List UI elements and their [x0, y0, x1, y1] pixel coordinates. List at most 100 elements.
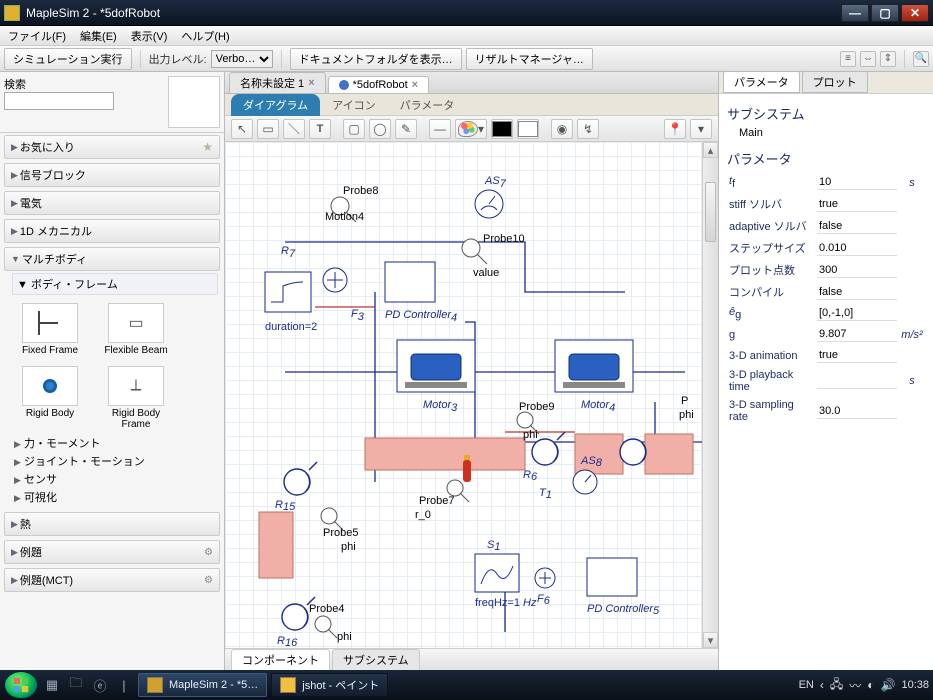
close-icon[interactable]: × — [308, 77, 314, 89]
draw-tool-icon[interactable]: ✎ — [395, 119, 417, 139]
palette-rigid-body-frame[interactable]: ⟂Rigid Body Frame — [98, 366, 174, 430]
acc-signal[interactable]: ▶信号ブロック — [4, 163, 220, 187]
tray-chevron-icon[interactable]: ‹ — [820, 678, 824, 692]
param-input[interactable] — [817, 263, 897, 278]
tray-volume-icon[interactable]: 🔊 — [881, 678, 896, 692]
acc-examples-mct[interactable]: ▶例題(MCT)⚙ — [4, 568, 220, 592]
fill-white-icon[interactable] — [517, 119, 539, 139]
param-input[interactable] — [817, 348, 897, 363]
search-input[interactable] — [4, 92, 114, 110]
scroll-up-icon[interactable]: ▴ — [703, 142, 718, 158]
menu-view[interactable]: 表示(V) — [127, 26, 172, 46]
param-input[interactable] — [817, 197, 897, 212]
acc-examples[interactable]: ▶例題⚙ — [4, 540, 220, 564]
line-tool-icon[interactable]: ＼ — [283, 119, 305, 139]
run-simulation-button[interactable]: シミュレーション実行 — [4, 48, 132, 70]
param-unit — [899, 237, 925, 259]
line-style-icon[interactable]: — — [429, 119, 451, 139]
zoom-icon[interactable]: 🔍 — [913, 51, 929, 67]
acc-heat[interactable]: ▶熱 — [4, 512, 220, 536]
acc-1d-mechanical[interactable]: ▶1D メカニカル — [4, 219, 220, 243]
param-label: プロット点数 — [727, 259, 815, 281]
start-button[interactable] — [4, 671, 38, 699]
menu-edit[interactable]: 編集(E) — [76, 26, 121, 46]
align-right-icon[interactable]: ⇕ — [880, 51, 896, 67]
minimize-button[interactable]: — — [841, 4, 869, 22]
param-input[interactable] — [817, 374, 897, 389]
param-unit: m/s² — [899, 324, 925, 345]
tray-update-icon[interactable]: ◐ — [867, 678, 874, 692]
sub-sensor[interactable]: ▶ センサ — [14, 470, 220, 488]
param-input[interactable] — [817, 175, 897, 190]
tab-icon[interactable]: アイコン — [320, 94, 387, 116]
scroll-thumb[interactable] — [705, 182, 716, 242]
probe-tool-icon[interactable]: ◉ — [551, 119, 573, 139]
document-tabs: 名称未設定 1 × *5dofRobot × — [225, 72, 718, 94]
sub-force[interactable]: ▶ 力・モーメント — [14, 434, 220, 452]
param-input[interactable] — [817, 285, 897, 300]
tab-subsystem[interactable]: サブシステム — [332, 649, 420, 670]
modified-dot-icon — [339, 80, 349, 90]
palette-flexible-beam[interactable]: ▭Flexible Beam — [98, 303, 174, 356]
palette-icon[interactable]: ▾ — [455, 119, 487, 139]
menu-help[interactable]: ヘルプ(H) — [177, 26, 233, 46]
tray-network-icon[interactable]: 🖧 — [830, 675, 843, 696]
tab-untitled[interactable]: 名称未設定 1 × — [229, 72, 326, 93]
param-input[interactable] — [817, 306, 897, 321]
fill-black-icon[interactable] — [491, 119, 513, 139]
palette-fixed-frame[interactable]: Fixed Frame — [12, 303, 88, 356]
param-input[interactable] — [817, 241, 897, 256]
palette-rigid-body[interactable]: Rigid Body — [12, 366, 88, 430]
quick-desktop-icon[interactable]: ▦ — [42, 675, 62, 695]
param-input[interactable] — [817, 219, 897, 234]
quick-explorer-icon[interactable]: 🗀 — [66, 675, 86, 695]
svg-text:phi: phi — [337, 631, 352, 643]
diagram-canvas[interactable]: duration=2 R7 F3 PD Controller4 Probe8 M… — [225, 142, 718, 648]
close-icon[interactable]: × — [412, 79, 418, 91]
close-button[interactable]: ✕ — [901, 4, 929, 22]
vertical-scrollbar[interactable]: ▴ ▾ — [702, 142, 718, 648]
sub-joint[interactable]: ▶ ジョイント・モーション — [14, 452, 220, 470]
ellipse-tool-icon[interactable]: ◯ — [369, 119, 391, 139]
result-manager-button[interactable]: リザルトマネージャ… — [466, 48, 593, 70]
pointer-tool-icon[interactable]: ↖ — [231, 119, 253, 139]
param-unit — [899, 303, 925, 324]
param-input[interactable] — [817, 327, 897, 342]
maximize-button[interactable]: ▢ — [871, 4, 899, 22]
tab-plot-right[interactable]: プロット — [802, 71, 868, 93]
task-jshot[interactable]: jshot - ペイント — [271, 673, 388, 697]
rect-tool-icon[interactable]: ▢ — [343, 119, 365, 139]
acc-electrical[interactable]: ▶電気 — [4, 191, 220, 215]
tab-5dofrobot[interactable]: *5dofRobot × — [328, 76, 429, 93]
menu-file[interactable]: ファイル(F) — [4, 26, 70, 46]
acc-multibody[interactable]: ▼マルチボディ — [4, 247, 220, 271]
sub-body-frame[interactable]: ▼ ボディ・フレーム — [12, 273, 218, 295]
sub-viz[interactable]: ▶ 可視化 — [14, 488, 220, 506]
param-input[interactable] — [817, 404, 897, 419]
tab-diagram[interactable]: ダイアグラム — [231, 94, 320, 116]
pin-tool-icon[interactable]: 📍 — [664, 119, 686, 139]
document-folder-button[interactable]: ドキュメントフォルダを表示… — [290, 48, 462, 70]
clock[interactable]: 10:38 — [901, 679, 929, 691]
tab-parameter-right[interactable]: パラメータ — [723, 71, 800, 93]
quick-ie-icon[interactable]: ⓔ — [90, 675, 110, 695]
task-maplesim[interactable]: MapleSim 2 - *5… — [138, 673, 267, 697]
acc-favorites[interactable]: ▶お気に入り★ — [4, 135, 220, 159]
tab-parameter[interactable]: パラメータ — [388, 94, 467, 116]
tab-component[interactable]: コンポーネント — [231, 649, 330, 670]
component-palette: Fixed Frame ▭Flexible Beam Rigid Body ⟂R… — [0, 297, 224, 432]
marquee-tool-icon[interactable]: ▭ — [257, 119, 279, 139]
align-center-icon[interactable]: ⇔ — [860, 51, 876, 67]
align-left-icon[interactable]: ≡ — [840, 51, 856, 67]
tray-activity-icon[interactable]: 〰 — [849, 677, 861, 694]
log-level-select[interactable]: Verbo… — [211, 50, 273, 68]
svg-text:AS8: AS8 — [580, 455, 603, 469]
text-tool-icon[interactable]: T — [309, 119, 331, 139]
svg-text:freqHz=1 Hz: freqHz=1 Hz — [475, 597, 537, 609]
param-row: プロット点数 — [727, 259, 925, 281]
chevron-down-icon[interactable]: ▾ — [690, 119, 712, 139]
scroll-down-icon[interactable]: ▾ — [703, 632, 718, 648]
language-indicator[interactable]: EN — [799, 679, 814, 691]
connect-tool-icon[interactable]: ↯ — [577, 119, 599, 139]
svg-text:phi: phi — [341, 541, 356, 553]
